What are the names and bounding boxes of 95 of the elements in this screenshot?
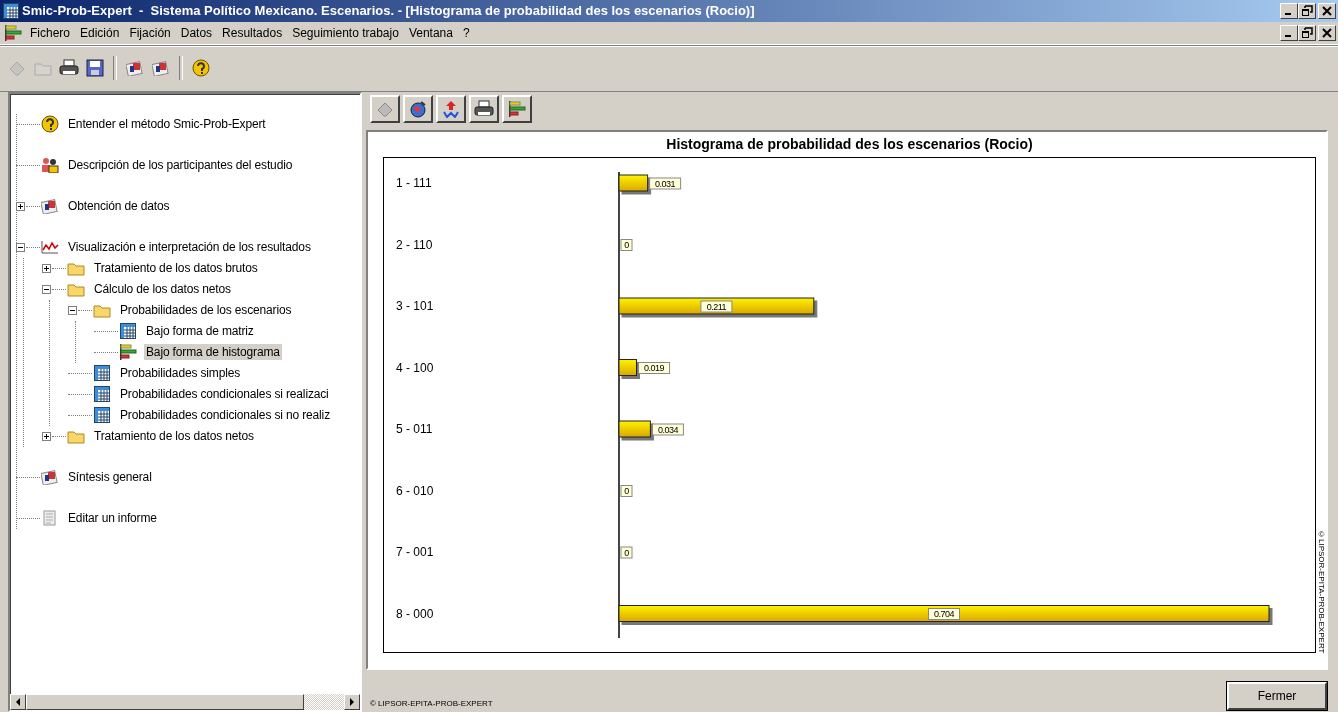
menu-item[interactable]: Seguimiento trabajo	[287, 25, 404, 40]
scroll-right-icon[interactable]	[344, 694, 360, 710]
tree-item[interactable]: Visualización e interpretación de los resultados	[66, 239, 313, 256]
tree-item[interactable]: Editar un informe	[66, 510, 159, 527]
table-icon	[94, 365, 110, 382]
globe-icon	[409, 100, 427, 118]
value-label: 0.019	[638, 362, 671, 374]
folder-icon	[93, 303, 111, 318]
minimize-icon[interactable]	[1280, 24, 1298, 41]
globe-button[interactable]	[403, 95, 433, 123]
value-label: 0.211	[700, 300, 733, 313]
tree-item[interactable]: Probabilidades condicionales si realizaci	[118, 386, 331, 403]
category-label: 4 - 100	[396, 360, 434, 375]
tree-item[interactable]: Probabilidades condicionales si no realiz	[118, 407, 332, 424]
table-icon	[94, 386, 110, 403]
app-menu-icon	[4, 24, 22, 41]
data-label: 0	[624, 239, 630, 250]
menu-item[interactable]: Fijación	[124, 25, 176, 40]
close-button[interactable]: Fermer	[1227, 682, 1327, 710]
value-label: 0	[620, 485, 633, 497]
restore-icon[interactable]	[1298, 2, 1316, 19]
data-label: 0.704	[933, 608, 955, 619]
menu-item[interactable]: Resultados	[217, 25, 288, 40]
value-label: 0.704	[928, 608, 960, 620]
tree-item[interactable]: Síntesis general	[66, 469, 154, 486]
bar	[618, 359, 638, 376]
expand-toggle[interactable]	[42, 264, 51, 273]
copyright-text: ©LIPSOR-EPITA-PROB-EXPERT	[1317, 529, 1326, 653]
line-chart-icon	[41, 240, 59, 255]
tree-item[interactable]: Bajo forma de matriz	[144, 323, 256, 340]
tree-item[interactable]: Obtención de datos	[66, 198, 172, 215]
arrows-button[interactable]	[436, 95, 466, 123]
folder-icon	[67, 261, 85, 276]
data-label: 0	[624, 547, 630, 558]
menu-item[interactable]: Datos	[175, 25, 218, 40]
folder-icon	[67, 282, 85, 297]
printer-icon	[474, 100, 494, 118]
data-label: 0.031	[655, 178, 676, 189]
bar-chart-icon	[508, 101, 526, 117]
category-label: 5 - 011	[396, 422, 433, 436]
category-label: 3 - 101	[396, 299, 434, 313]
collapse-toggle[interactable]	[42, 285, 51, 294]
chart-title: Histograma de probabilidad des los escenarios (Rocio)	[665, 135, 1034, 154]
arrows-icon	[442, 100, 460, 118]
bar-chart-button[interactable]	[502, 95, 532, 123]
category-label: 1 - 111	[396, 176, 432, 190]
app-icon	[3, 2, 19, 19]
value-label: 0.031	[649, 177, 682, 190]
data-label: 0.019	[644, 362, 665, 373]
folder-icon	[67, 429, 85, 444]
tree-item[interactable]: Entender el método Smic-Prob-Expert	[66, 116, 268, 133]
data-label: 0.211	[706, 301, 727, 312]
value-label: 0.034	[651, 423, 684, 436]
value-label: 0	[620, 239, 633, 251]
document-icon	[41, 510, 59, 527]
table-icon	[94, 407, 110, 424]
tree-item[interactable]: Tratamiento de los datos brutos	[92, 260, 260, 277]
print-button[interactable]	[469, 95, 499, 123]
close-icon[interactable]	[1318, 24, 1336, 41]
menu-item[interactable]: Edición	[75, 25, 125, 40]
help-icon[interactable]	[190, 57, 212, 80]
data-label: 0	[624, 485, 630, 496]
expand-toggle[interactable]	[42, 432, 51, 441]
close-icon[interactable]	[1318, 2, 1336, 19]
table-icon	[120, 323, 136, 340]
collapse-toggle[interactable]	[68, 306, 77, 315]
scroll-left-icon[interactable]	[10, 694, 26, 710]
bar	[618, 420, 651, 438]
tree-item[interactable]: Descripción de los participantes del estudio	[66, 157, 295, 174]
category-label: 2 - 110	[396, 237, 433, 252]
tree-item[interactable]: Probabilidades de los escenarios	[118, 302, 294, 319]
help-icon	[41, 115, 59, 134]
menu-item[interactable]: Fichero	[25, 25, 75, 40]
collapse-toggle[interactable]	[16, 243, 25, 252]
bar	[618, 174, 649, 192]
bar-chart-icon	[119, 344, 137, 361]
people-icon	[41, 157, 59, 174]
category-label: 6 - 010	[396, 483, 434, 498]
restore-icon[interactable]	[1298, 24, 1316, 41]
category-label: 8 - 000	[396, 606, 434, 621]
value-label: 0	[620, 546, 633, 559]
window-title: Smic-Prob-Expert - Sistema Político Mexicano. Escenarios. - [Histograma de probabilidad des los escenarios (Rocio)]	[22, 3, 756, 19]
menu-item[interactable]: Ventana	[403, 25, 458, 40]
tree-item[interactable]: Tratamiento de los datos netos	[92, 428, 256, 445]
expand-toggle[interactable]	[16, 202, 25, 211]
floppy-disk-icon[interactable]	[84, 57, 106, 80]
data-label: 0.034	[657, 424, 679, 435]
scrollbar-thumb[interactable]	[26, 694, 304, 710]
copyright-text: © LIPSOR-EPITA-PROB-EXPERT	[370, 699, 493, 708]
tree-item[interactable]: Probabilidades simples	[118, 365, 243, 382]
tree-item[interactable]: Cálculo de los datos netos	[92, 281, 233, 298]
category-label: 7 - 001	[396, 545, 434, 559]
menu-item[interactable]: ?	[457, 25, 475, 40]
tree-item[interactable]: Bajo forma de histograma	[144, 344, 282, 361]
minimize-icon[interactable]	[1280, 2, 1298, 19]
